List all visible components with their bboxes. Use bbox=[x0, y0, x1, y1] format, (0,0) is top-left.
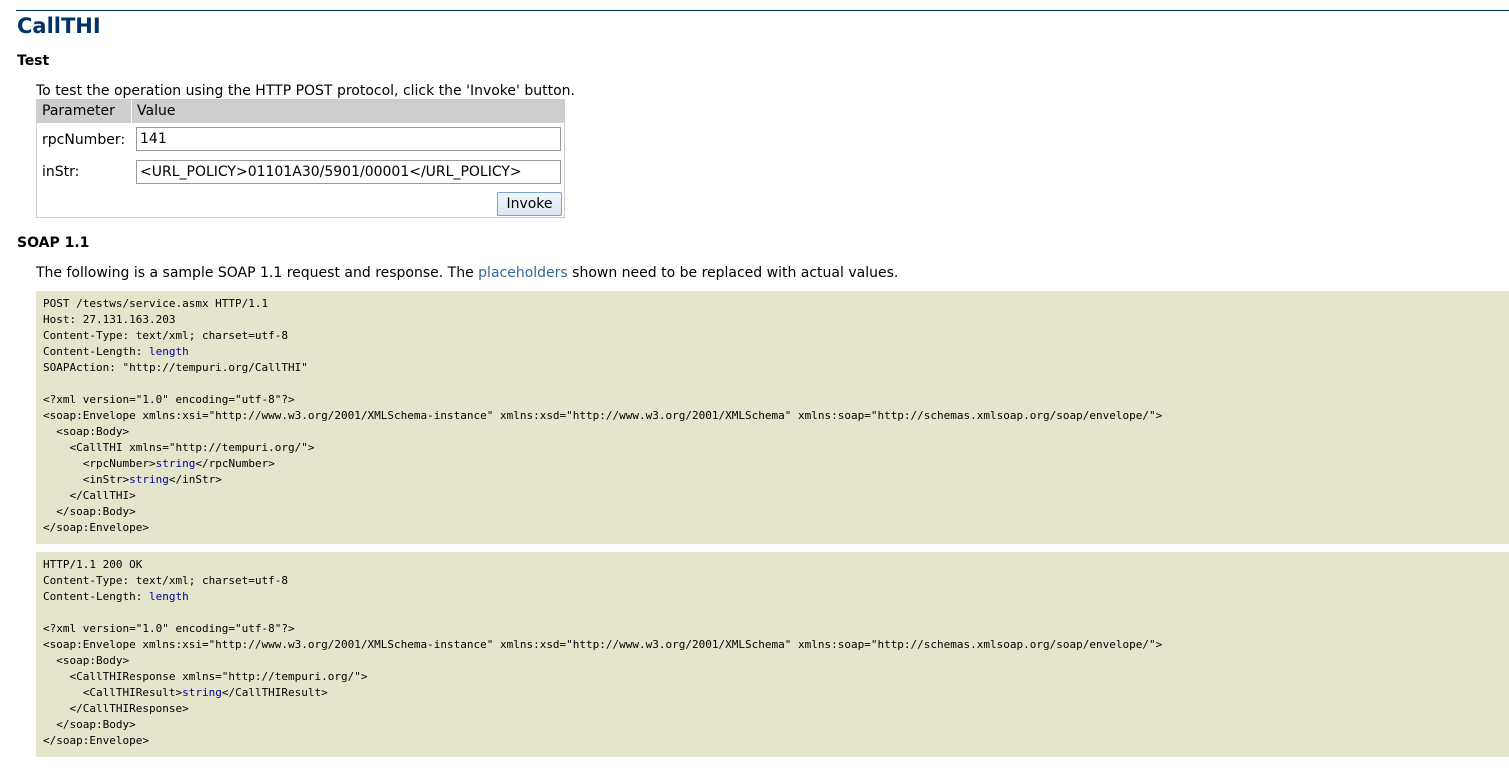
code-text: </soap:Body> bbox=[43, 505, 136, 518]
code-text: HTTP/1.1 200 OK bbox=[43, 558, 143, 571]
request-code-line: Host: 27.131.163.203 bbox=[43, 312, 1502, 328]
request-code-line: POST /testws/service.asmx HTTP/1.1 bbox=[43, 296, 1502, 312]
code-text: </CallTHIResponse> bbox=[43, 702, 189, 715]
soap-intro-after: shown need to be replaced with actual va… bbox=[567, 265, 899, 281]
response-code-line: <CallTHIResult>string</CallTHIResult> bbox=[43, 685, 1502, 701]
request-code-line: <soap:Body> bbox=[43, 424, 1502, 440]
soap-intro-text: The following is a sample SOAP 1.1 reque… bbox=[36, 264, 898, 282]
request-code-line: <soap:Envelope xmlns:xsi="http://www.w3.… bbox=[43, 408, 1502, 424]
instr-input[interactable] bbox=[136, 160, 561, 184]
code-text: <rpcNumber> bbox=[43, 457, 156, 470]
page-title: CallTHI bbox=[17, 14, 101, 38]
parameter-column-header: Parameter bbox=[42, 103, 115, 119]
code-text: </CallTHI> bbox=[43, 489, 136, 502]
code-text: <soap:Body> bbox=[43, 654, 130, 667]
placeholder-value: string bbox=[129, 473, 169, 486]
soap-response-sample: HTTP/1.1 200 OK Content-Type: text/xml; c… bbox=[36, 552, 1509, 757]
placeholder-value: string bbox=[155, 457, 196, 470]
code-text: </rpcNumber> bbox=[195, 457, 275, 470]
code-text: <?xml version="1.0" encoding="utf-8"?> bbox=[43, 622, 295, 635]
code-text: SOAPAction: "http://tempuri.org/CallTHI" bbox=[43, 361, 308, 374]
placeholder-value: string bbox=[182, 686, 222, 699]
response-code-line: Content-Length: length bbox=[43, 589, 1502, 605]
header-divider bbox=[131, 100, 132, 123]
test-intro-text: To test the operation using the HTTP POS… bbox=[36, 83, 575, 99]
code-text: <soap:Envelope xmlns:xsi="http://www.w3.… bbox=[43, 638, 1163, 651]
code-text: </inStr> bbox=[168, 473, 222, 486]
rpcnumber-label: rpcNumber: bbox=[42, 132, 126, 148]
placeholder-value: length bbox=[148, 345, 189, 358]
code-text: <soap:Body> bbox=[43, 425, 130, 438]
response-code-line: </soap:Envelope> bbox=[43, 733, 1502, 749]
request-code-line: </soap:Body> bbox=[43, 504, 1502, 520]
code-text: <inStr> bbox=[43, 473, 130, 486]
code-text: Content-Type: text/xml; charset=utf-8 bbox=[43, 574, 289, 587]
response-code-line: <?xml version="1.0" encoding="utf-8"?> bbox=[43, 621, 1502, 637]
parameter-form: Parameter Value rpcNumber: inStr: Invoke bbox=[36, 99, 565, 218]
instr-label: inStr: bbox=[42, 164, 80, 180]
request-code-line: Content-Type: text/xml; charset=utf-8 bbox=[43, 328, 1502, 344]
code-text: Host: 27.131.163.203 bbox=[43, 313, 176, 326]
code-text: POST /testws/service.asmx HTTP/1.1 bbox=[43, 297, 269, 310]
code-text: </soap:Envelope> bbox=[43, 734, 149, 747]
rpcnumber-input[interactable] bbox=[136, 127, 561, 151]
response-code-line: <soap:Body> bbox=[43, 653, 1502, 669]
response-code-line: Content-Type: text/xml; charset=utf-8 bbox=[43, 573, 1502, 589]
request-code-line: </CallTHI> bbox=[43, 488, 1502, 504]
placeholders-link[interactable]: placeholders bbox=[478, 265, 568, 281]
request-code-line: <CallTHI xmlns="http://tempuri.org/"> bbox=[43, 440, 1502, 456]
code-text: Content-Length: bbox=[43, 345, 149, 358]
code-text: </soap:Envelope> bbox=[43, 521, 149, 534]
request-code-line: Content-Length: length bbox=[43, 344, 1502, 360]
response-code-line: </CallTHIResponse> bbox=[43, 701, 1502, 717]
response-code-line bbox=[43, 605, 1502, 621]
value-column-header: Value bbox=[137, 103, 176, 119]
code-text: <CallTHI xmlns="http://tempuri.org/"> bbox=[43, 441, 315, 454]
top-rule bbox=[16, 10, 1509, 11]
invoke-button[interactable]: Invoke bbox=[497, 192, 562, 216]
response-code-line: <soap:Envelope xmlns:xsi="http://www.w3.… bbox=[43, 637, 1502, 653]
code-text: Content-Type: text/xml; charset=utf-8 bbox=[43, 329, 289, 342]
response-code-line: </soap:Body> bbox=[43, 717, 1502, 733]
response-code-line: HTTP/1.1 200 OK bbox=[43, 557, 1502, 573]
test-heading: Test bbox=[17, 53, 50, 69]
soap-request-sample: POST /testws/service.asmx HTTP/1.1 Host: … bbox=[36, 291, 1509, 544]
request-code-line: <inStr>string</inStr> bbox=[43, 472, 1502, 488]
request-code-line: <?xml version="1.0" encoding="utf-8"?> bbox=[43, 392, 1502, 408]
code-text: <soap:Envelope xmlns:xsi="http://www.w3.… bbox=[43, 409, 1163, 422]
soap-heading: SOAP 1.1 bbox=[17, 235, 90, 251]
code-text: <CallTHIResult> bbox=[43, 686, 183, 699]
soap-intro-before: The following is a sample SOAP 1.1 reque… bbox=[36, 265, 479, 281]
code-text: </soap:Body> bbox=[43, 718, 136, 731]
code-text: Content-Length: bbox=[43, 590, 149, 603]
code-text: <?xml version="1.0" encoding="utf-8"?> bbox=[43, 393, 295, 406]
request-code-line: <rpcNumber>string</rpcNumber> bbox=[43, 456, 1502, 472]
request-code-line: SOAPAction: "http://tempuri.org/CallTHI" bbox=[43, 360, 1502, 376]
request-code-line: </soap:Envelope> bbox=[43, 520, 1502, 536]
code-text: <CallTHIResponse xmlns="http://tempuri.o… bbox=[43, 670, 368, 683]
code-text: </CallTHIResult> bbox=[221, 686, 328, 699]
placeholder-value: length bbox=[148, 590, 189, 603]
request-code-line bbox=[43, 376, 1502, 392]
parameter-table-header: Parameter Value bbox=[37, 100, 564, 123]
response-code-line: <CallTHIResponse xmlns="http://tempuri.o… bbox=[43, 669, 1502, 685]
